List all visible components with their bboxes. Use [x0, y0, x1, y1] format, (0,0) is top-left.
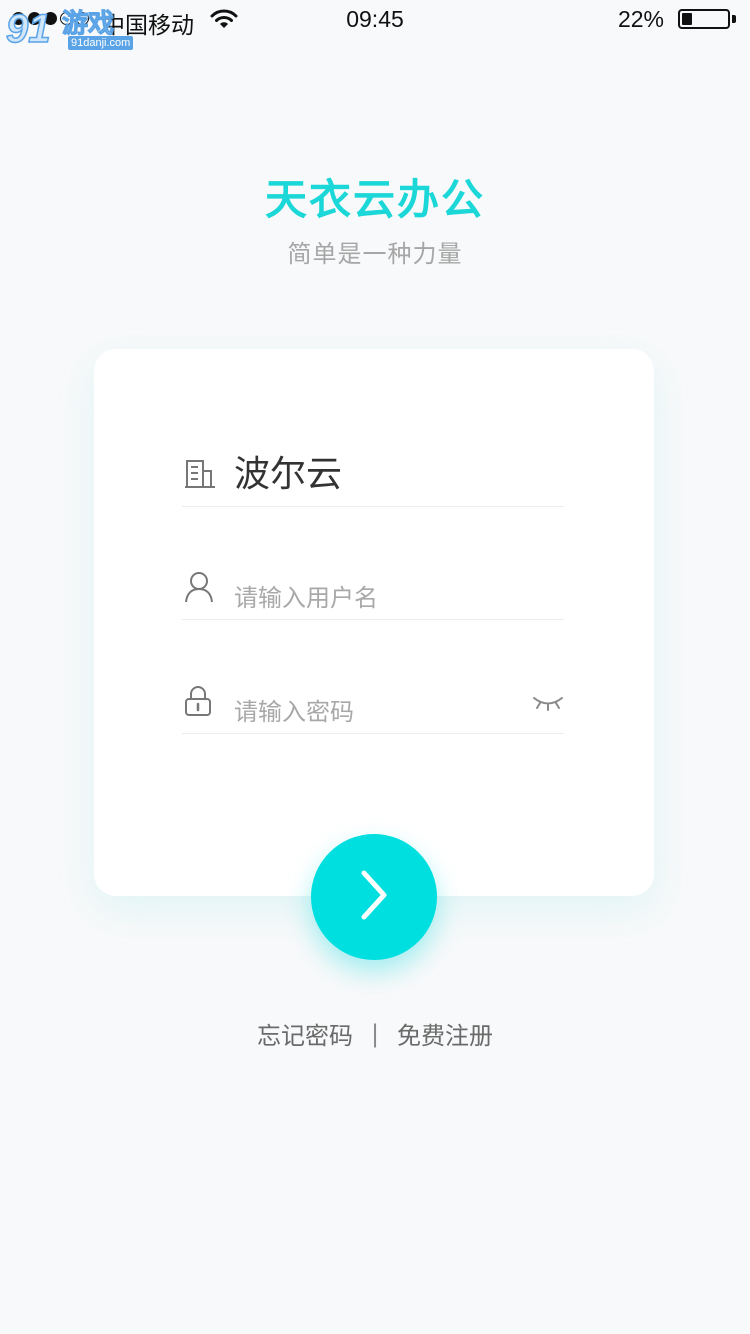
- lock-icon: [184, 685, 212, 721]
- register-link[interactable]: 免费注册: [397, 1016, 493, 1051]
- battery-level-fill: [682, 13, 692, 25]
- forgot-password-link[interactable]: 忘记密码: [257, 1016, 353, 1051]
- link-divider: |: [370, 1019, 380, 1048]
- bottom-links: 忘记密码 | 免费注册: [0, 1016, 750, 1051]
- battery-percent: 22%: [617, 6, 664, 32]
- battery-icon: [678, 9, 730, 29]
- password-placeholder: 请输入密码: [234, 698, 354, 726]
- user-icon: [184, 571, 214, 607]
- password-field[interactable]: 请输入密码: [182, 669, 564, 734]
- eye-closed-icon[interactable]: [532, 695, 564, 715]
- username-field[interactable]: 请输入用户名: [182, 555, 564, 620]
- app-title: 天衣云办公: [264, 175, 485, 224]
- watermark-text: 91danji.com: [68, 36, 134, 50]
- company-value: 波尔云: [234, 454, 343, 495]
- svg-text:91: 91: [6, 7, 51, 51]
- building-icon: [184, 459, 216, 493]
- battery-tip: [732, 15, 736, 23]
- watermark-logo: 91 游戏 91danji.com: [4, 2, 138, 52]
- login-submit-button[interactable]: [311, 834, 437, 960]
- chevron-right-icon: [354, 869, 394, 925]
- username-placeholder: 请输入用户名: [234, 584, 378, 612]
- login-card: 波尔云 请输入用户名 请输入密码: [94, 349, 654, 896]
- svg-text:游戏: 游戏: [62, 9, 114, 39]
- app-slogan: 简单是一种力量: [287, 240, 463, 268]
- company-field[interactable]: 波尔云: [182, 435, 564, 507]
